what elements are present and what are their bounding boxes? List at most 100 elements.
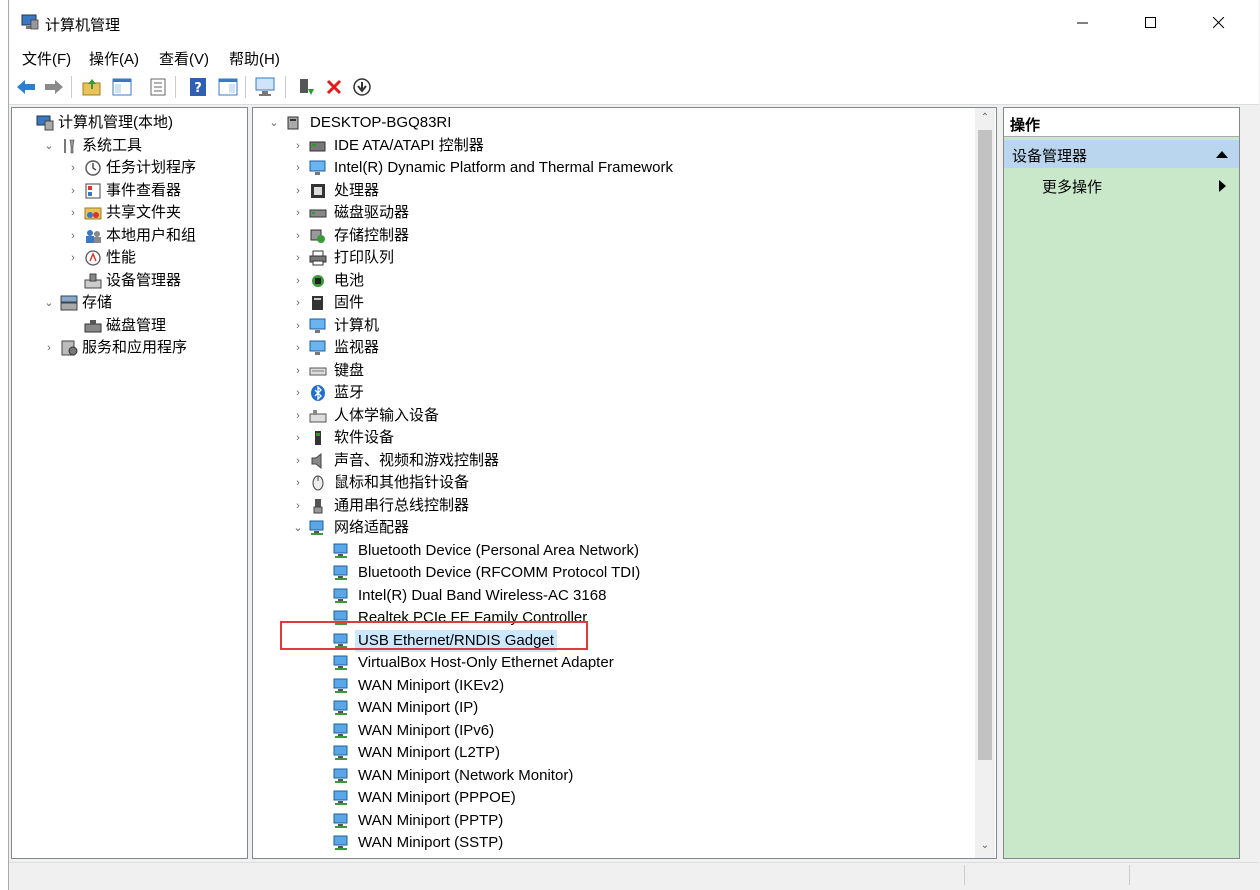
scroll-up-icon[interactable]: ⌃ bbox=[975, 108, 995, 128]
chevron-right-icon bbox=[1219, 180, 1226, 192]
close-button[interactable] bbox=[1185, 0, 1253, 46]
device-label: Intel(R) Dynamic Platform and Thermal Fr… bbox=[334, 159, 673, 176]
console-tree-label: 事件查看器 bbox=[106, 181, 182, 199]
chevron-right-icon[interactable]: › bbox=[291, 292, 305, 314]
window-title: 计算机管理 bbox=[45, 17, 121, 34]
battery-icon bbox=[312, 274, 324, 287]
device-label: 计算机 bbox=[334, 316, 380, 334]
actions-more-actions[interactable]: 更多操作 bbox=[1004, 172, 1239, 198]
menu-file[interactable]: 文件(F) bbox=[22, 48, 71, 69]
console-tree-label: 计算机管理(本地) bbox=[58, 114, 173, 131]
chevron-right-icon[interactable]: › bbox=[291, 360, 305, 382]
download-circle-icon bbox=[353, 78, 371, 96]
scan-hardware-button[interactable] bbox=[255, 76, 277, 98]
device-manager-icon bbox=[84, 273, 102, 288]
chevron-right-icon[interactable]: › bbox=[66, 180, 80, 202]
chevron-right-icon[interactable]: › bbox=[291, 495, 305, 517]
chevron-right-icon[interactable]: › bbox=[291, 382, 305, 404]
chevron-right-icon[interactable]: › bbox=[291, 270, 305, 292]
vertical-scrollbar[interactable]: ⌃ ⌄ bbox=[975, 108, 995, 858]
svg-text:?: ? bbox=[194, 81, 202, 96]
device-label: WAN Miniport (IKEv2) bbox=[358, 676, 505, 694]
device-label: 蓝牙 bbox=[334, 384, 365, 401]
printer-icon bbox=[309, 250, 327, 266]
chevron-right-icon[interactable]: › bbox=[66, 247, 80, 269]
help-button[interactable]: ? bbox=[187, 76, 209, 98]
actions-section-device-manager[interactable]: 设备管理器 bbox=[1004, 140, 1239, 168]
delete-x-icon bbox=[326, 79, 342, 95]
device-label: 软件设备 bbox=[334, 429, 395, 446]
up-level-button[interactable] bbox=[81, 76, 103, 98]
computer-management-icon bbox=[21, 14, 39, 30]
menu-view[interactable]: 查看(V) bbox=[159, 48, 209, 69]
chevron-right-icon[interactable]: › bbox=[66, 202, 80, 224]
scroll-down-icon[interactable]: ⌄ bbox=[975, 836, 995, 856]
network-adapter-icon bbox=[333, 835, 348, 850]
network-adapter-icon bbox=[309, 520, 324, 535]
chevron-right-icon[interactable]: › bbox=[291, 135, 305, 157]
chevron-right-icon[interactable]: › bbox=[291, 180, 305, 202]
maximize-button[interactable] bbox=[1117, 0, 1185, 46]
users-icon bbox=[86, 229, 101, 243]
status-bar bbox=[9, 862, 1259, 889]
device-label: WAN Miniport (PPPOE) bbox=[358, 789, 516, 806]
device-label: Bluetooth Device (RFCOMM Protocol TDI) bbox=[358, 564, 641, 581]
menu-help[interactable]: 帮助(H) bbox=[229, 48, 280, 69]
update-driver-button[interactable] bbox=[295, 76, 317, 98]
storage-icon bbox=[60, 295, 78, 311]
shared-folder-icon bbox=[84, 207, 102, 220]
menu-bar: 文件(F) 操作(A) 查看(V) 帮助(H) bbox=[9, 46, 1259, 70]
actions-pane: 操作 设备管理器 更多操作 bbox=[1003, 107, 1240, 859]
chevron-right-icon[interactable]: › bbox=[291, 337, 305, 359]
device-label: VirtualBox Host-Only Ethernet Adapter bbox=[358, 654, 614, 671]
device-label: 监视器 bbox=[334, 339, 380, 356]
network-adapter-icon bbox=[333, 790, 348, 805]
chevron-down-icon[interactable]: ⌄ bbox=[291, 517, 305, 539]
more-actions-label: 更多操作 bbox=[1042, 179, 1103, 196]
chevron-right-icon[interactable]: › bbox=[291, 315, 305, 337]
disk-management-icon bbox=[84, 319, 102, 332]
software-device-icon bbox=[315, 431, 321, 445]
show-action-pane-button[interactable] bbox=[217, 76, 239, 98]
chevron-right-icon[interactable]: › bbox=[291, 247, 305, 269]
network-adapter-icon bbox=[333, 813, 348, 828]
keyboard-icon bbox=[309, 367, 327, 375]
chevron-right-icon[interactable]: › bbox=[66, 157, 80, 179]
device-label: DESKTOP-BGQ83RI bbox=[310, 114, 452, 131]
uninstall-device-button[interactable] bbox=[323, 76, 345, 98]
menu-action[interactable]: 操作(A) bbox=[89, 48, 139, 69]
actions-section-label: 设备管理器 bbox=[1012, 148, 1088, 165]
chevron-down-icon[interactable]: ⌄ bbox=[42, 292, 56, 314]
console-tree-label: 性能 bbox=[106, 249, 137, 266]
annotation-highlight-box bbox=[280, 621, 588, 650]
scrollbar-thumb[interactable] bbox=[978, 130, 992, 760]
network-adapter-icon bbox=[333, 588, 348, 603]
device-label: 人体学输入设备 bbox=[334, 406, 440, 424]
device-label: WAN Miniport (Network Monitor) bbox=[358, 766, 574, 784]
device-label: Bluetooth Device (Personal Area Network) bbox=[358, 541, 639, 559]
services-icon bbox=[61, 340, 78, 356]
chevron-right-icon[interactable]: › bbox=[291, 427, 305, 449]
chevron-right-icon[interactable]: › bbox=[291, 472, 305, 494]
chevron-right-icon[interactable]: › bbox=[291, 450, 305, 472]
chevron-right-icon[interactable]: › bbox=[66, 225, 80, 247]
chevron-right-icon[interactable]: › bbox=[291, 157, 305, 179]
chevron-down-icon[interactable]: ⌄ bbox=[267, 112, 281, 134]
forward-arrow-icon bbox=[45, 80, 63, 94]
chevron-down-icon[interactable]: ⌄ bbox=[42, 135, 56, 157]
network-adapter-icon bbox=[333, 768, 348, 783]
network-adapter-icon bbox=[333, 678, 348, 693]
show-console-tree-button[interactable] bbox=[111, 76, 133, 98]
export-list-button[interactable] bbox=[147, 76, 169, 98]
minimize-button[interactable] bbox=[1049, 0, 1117, 46]
network-adapter-icon bbox=[333, 723, 348, 738]
back-button[interactable] bbox=[15, 76, 37, 98]
chevron-right-icon[interactable]: › bbox=[291, 202, 305, 224]
monitor-icon bbox=[309, 318, 326, 333]
download-button[interactable] bbox=[351, 76, 373, 98]
forward-button[interactable] bbox=[43, 76, 65, 98]
computer-root-icon bbox=[287, 116, 299, 130]
chevron-right-icon[interactable]: › bbox=[42, 337, 56, 359]
chevron-right-icon[interactable]: › bbox=[291, 405, 305, 427]
chevron-right-icon[interactable]: › bbox=[291, 225, 305, 247]
